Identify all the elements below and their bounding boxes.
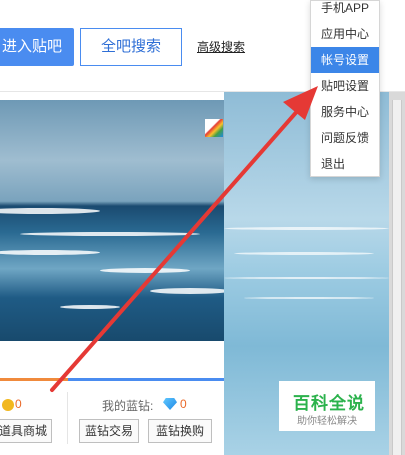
menu-item-service-center[interactable]: 服务中心: [311, 99, 379, 125]
wallet-panel: [0, 378, 224, 455]
menu-item-logout[interactable]: 退出: [311, 151, 379, 177]
scrollbar-thumb[interactable]: [392, 100, 402, 455]
menu-item-mobile-app[interactable]: 手机APP: [311, 0, 379, 21]
menu-item-tieba-settings[interactable]: 贴吧设置: [311, 73, 379, 99]
blue-diamond-exchange-button[interactable]: 蓝钻换购: [148, 419, 212, 443]
blue-diamond-label: 我的蓝钻:: [102, 399, 154, 413]
brand-subtitle: 助你轻松解决: [297, 416, 357, 427]
user-dropdown-menu: 手机APP 应用中心 帐号设置 贴吧设置 服务中心 问题反馈 退出: [310, 0, 380, 177]
enter-tieba-button[interactable]: 进入贴吧: [0, 28, 74, 66]
divider: [67, 392, 68, 444]
banner-image: [0, 100, 224, 341]
progress-bar: [0, 378, 68, 381]
coin-icon: [2, 399, 14, 411]
advanced-search-link[interactable]: 高级搜索: [197, 38, 245, 55]
menu-item-account-settings[interactable]: 帐号设置: [311, 47, 379, 73]
blue-diamond-value: 0: [180, 397, 187, 411]
coin-value: 0: [15, 397, 22, 411]
brand-logo: 百科全说 助你轻松解决: [279, 381, 375, 431]
menu-item-feedback[interactable]: 问题反馈: [311, 125, 379, 151]
blue-diamond-trade-button[interactable]: 蓝钻交易: [79, 419, 139, 443]
props-mall-button[interactable]: 道具商城: [0, 419, 52, 443]
brand-title: 百科全说: [293, 394, 365, 413]
search-all-tieba-button[interactable]: 全吧搜索: [80, 28, 182, 66]
menu-item-app-center[interactable]: 应用中心: [311, 21, 379, 47]
corner-badge-icon: [205, 119, 223, 137]
